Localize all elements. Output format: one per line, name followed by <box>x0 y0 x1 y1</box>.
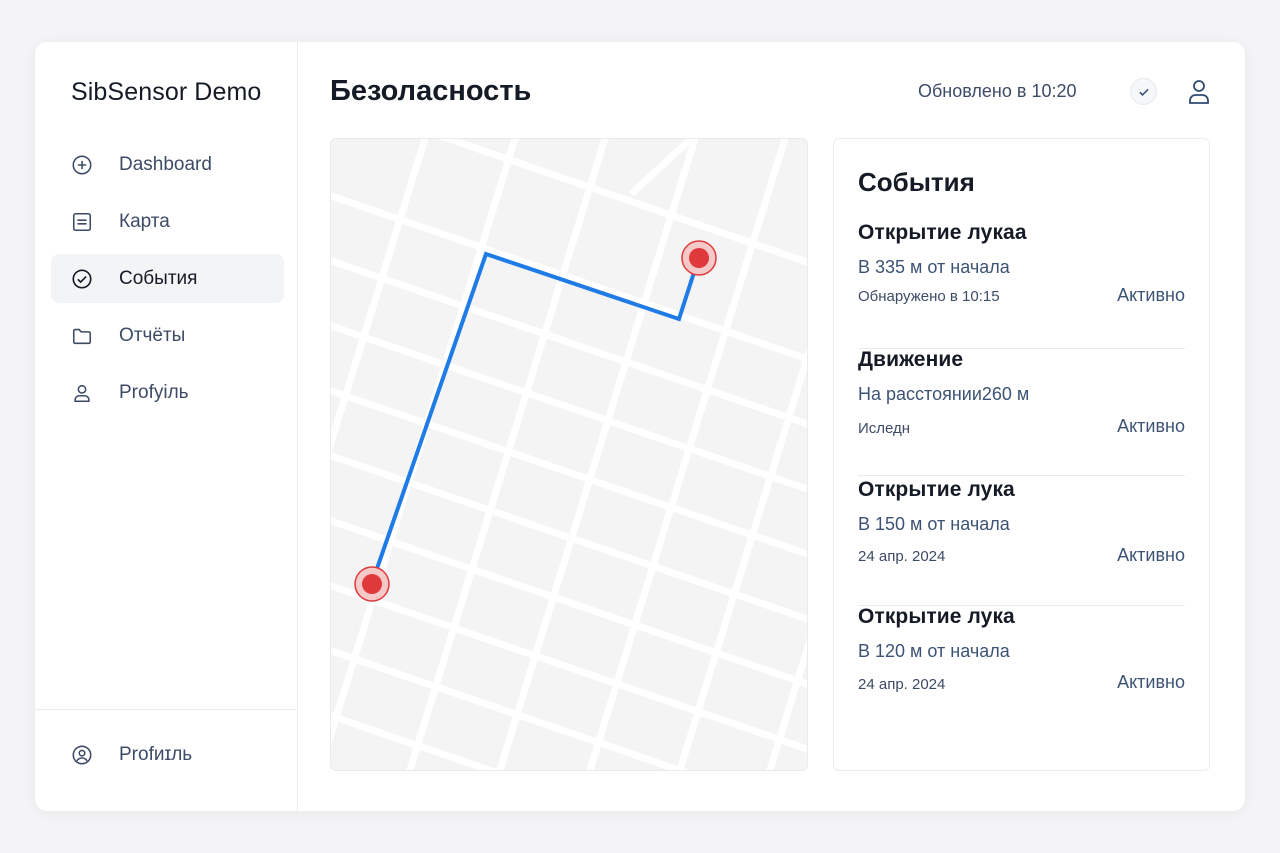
sidebar-item-dashboard[interactable]: Dashboard <box>51 140 284 189</box>
sidebar-item-profile-footer[interactable]: Profиɪль <box>51 730 284 779</box>
user-icon <box>71 382 93 404</box>
check-icon <box>1138 88 1149 96</box>
event-title: Движение <box>858 348 964 371</box>
end-marker[interactable] <box>681 240 717 276</box>
event-distance: На расстоянии260 м <box>858 384 1030 404</box>
event-title: Открытие лукаа <box>858 221 1027 244</box>
page-title: Безоласность <box>330 75 532 107</box>
event-status[interactable]: Активно <box>1117 285 1185 306</box>
main-content: Безоласность Обновлено в 10:20 События О… <box>298 42 1245 811</box>
event-status[interactable]: Активно <box>1117 545 1185 566</box>
sidebar-item-profile[interactable]: Profуiль <box>51 368 284 417</box>
sidebar-item-label: События <box>119 267 198 289</box>
sidebar-item-label: Profиɪль <box>119 743 193 765</box>
sidebar-footer: Profиɪль <box>35 709 298 811</box>
event-item[interactable]: Открытие лукаа В 335 м от начала Обнаруж… <box>858 221 1185 349</box>
check-circle-icon <box>71 268 93 290</box>
event-item[interactable]: Открытие лука В 150 м от начала 24 апр. … <box>858 478 1185 606</box>
event-time: Обнаружено в 10:15 <box>858 288 1000 305</box>
list-icon <box>71 211 93 233</box>
app-window: SibSensor Demo Dashboard Карта События О… <box>35 42 1245 811</box>
last-updated-text: Обновлено в 10:20 <box>918 81 1077 101</box>
sidebar-item-map[interactable]: Карта <box>51 197 284 246</box>
folder-icon <box>71 325 93 347</box>
event-status[interactable]: Активно <box>1117 416 1185 437</box>
event-title: Открытие лука <box>858 478 1015 501</box>
map-canvas <box>331 139 807 770</box>
account-button[interactable] <box>1187 78 1211 106</box>
event-distance: В 335 м от начала <box>858 257 1010 277</box>
sidebar-item-reports[interactable]: Отчёты <box>51 311 284 360</box>
plus-circle-icon <box>71 154 93 176</box>
events-panel: События Открытие лукаа В 335 м от начала… <box>833 138 1210 771</box>
app-brand: SibSensor Demo <box>71 78 262 106</box>
sidebar: SibSensor Demo Dashboard Карта События О… <box>35 42 298 811</box>
confirm-button[interactable] <box>1130 78 1157 105</box>
event-item[interactable]: Открытие лука В 120 м от начала 24 апр. … <box>858 605 1185 733</box>
event-title: Открытие лука <box>858 605 1015 628</box>
sidebar-nav: Dashboard Карта События Отчёты Profуiль <box>51 140 284 425</box>
event-time: 24 апр. 2024 <box>858 676 946 693</box>
sidebar-item-label: Отчёты <box>119 324 186 346</box>
sidebar-item-label: Карта <box>119 210 170 232</box>
event-time: 24 апр. 2024 <box>858 548 946 565</box>
user-icon <box>1189 80 1209 104</box>
events-title: События <box>858 167 975 197</box>
map-streets <box>331 139 807 770</box>
sidebar-item-events[interactable]: События <box>51 254 284 303</box>
event-item[interactable]: Движение На расстоянии260 м Иследн Актив… <box>858 348 1185 476</box>
event-status[interactable]: Активно <box>1117 672 1185 693</box>
route-map[interactable] <box>330 138 808 771</box>
event-distance: В 120 м от начала <box>858 641 1010 661</box>
sidebar-item-label: Dashboard <box>119 153 212 175</box>
event-distance: В 150 м от начала <box>858 514 1010 534</box>
user-circle-icon <box>71 744 93 766</box>
event-time: Иследн <box>858 420 911 437</box>
start-marker[interactable] <box>354 566 390 602</box>
sidebar-item-label: Profуiль <box>119 381 189 403</box>
